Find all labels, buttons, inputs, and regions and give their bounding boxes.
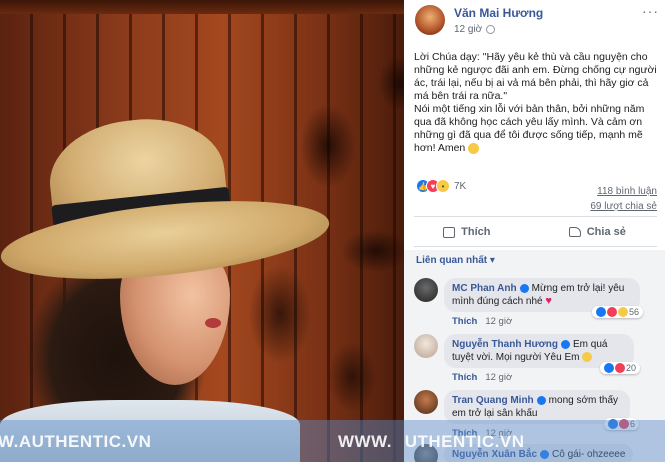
heart-eyes-emoji-icon — [582, 352, 593, 363]
haha-reaction-icon — [618, 307, 628, 317]
commenter-name[interactable]: MC Phan Anh — [452, 283, 517, 294]
post-meta: 12 giờ — [454, 24, 496, 35]
post-photo[interactable]: W.AUTHENTIC.VN WWW. — [0, 0, 404, 462]
comment-reactions[interactable]: 56 — [592, 306, 644, 318]
comment-meta: Thích 12 giờ — [452, 372, 512, 383]
divider — [414, 246, 657, 247]
verified-badge-icon — [519, 283, 529, 293]
post-time[interactable]: 12 giờ — [454, 24, 482, 35]
comment-sort-dropdown[interactable]: Liên quan nhất ▾ — [416, 255, 495, 266]
verified-badge-icon — [536, 395, 546, 405]
share-button[interactable]: Chia sẻ — [568, 226, 626, 238]
globe-icon — [486, 25, 496, 34]
post-panel: Văn Mai Hương 12 giờ ··· Lời Chúa dạy: "… — [404, 0, 665, 462]
thumbs-up-icon — [443, 226, 456, 238]
comment-meta: Thích 12 giờ — [452, 316, 512, 327]
divider — [414, 216, 657, 217]
caption-paragraph-2: Nói một tiếng xin lỗi với bản thân, bởi … — [414, 103, 659, 155]
author-name[interactable]: Văn Mai Hương — [454, 6, 543, 20]
comment-like-link[interactable]: Thích — [452, 372, 477, 383]
comment-reaction-count: 20 — [626, 363, 637, 373]
commenter-name[interactable]: Tran Quang Minh — [452, 395, 534, 406]
watermark-text-right-part: WWW. — [338, 432, 392, 451]
like-reaction-icon — [604, 363, 614, 373]
like-button-label: Thích — [461, 226, 491, 238]
author-avatar[interactable] — [415, 5, 445, 35]
commenter-avatar[interactable] — [414, 334, 438, 358]
caption-paragraph-2-text: Nói một tiếng xin lỗi với bản thân, bởi … — [414, 103, 645, 154]
like-reaction-icon — [596, 307, 606, 317]
comment-reactions[interactable]: 20 — [600, 362, 641, 374]
watermark-text-right: WWW.AUTHENTIC.VN — [404, 432, 525, 451]
reaction-count: 7K — [454, 180, 467, 192]
smile-emoji-icon — [468, 142, 480, 154]
comment-reaction-count: 56 — [629, 307, 640, 317]
commenter-name[interactable]: Nguyễn Thanh Hương — [452, 339, 558, 350]
post-stats: 118 bình luận 69 lượt chia sẻ — [590, 184, 657, 214]
post-actions: Thích Chia sẻ — [404, 221, 665, 243]
comment-time[interactable]: 12 giờ — [485, 372, 512, 383]
sad-reaction-icon: • — [436, 179, 450, 193]
love-reaction-icon — [615, 363, 625, 373]
comments-count-link[interactable]: 118 bình luận — [590, 184, 657, 199]
verified-badge-icon — [561, 339, 571, 349]
watermark-text-left: W.AUTHENTIC.VN — [0, 432, 152, 451]
post-caption: Lời Chúa dạy: "Hãy yêu kẻ thù và cầu ngu… — [414, 51, 659, 155]
comment-time[interactable]: 12 giờ — [485, 316, 512, 327]
share-arrow-icon — [568, 227, 581, 237]
comment-like-link[interactable]: Thích — [452, 316, 477, 327]
heart-emoji-icon: ♥ — [545, 295, 552, 307]
reaction-summary[interactable]: 👍 ♥ • 7K — [416, 179, 466, 193]
love-reaction-icon — [607, 307, 617, 317]
woman-lips — [205, 318, 221, 328]
like-button[interactable]: Thích — [443, 226, 490, 238]
shares-count-link[interactable]: 69 lượt chia sẻ — [590, 199, 657, 214]
commenter-avatar[interactable] — [414, 278, 438, 302]
fence-top-rail — [0, 0, 404, 14]
commenter-avatar[interactable] — [414, 390, 438, 414]
caption-paragraph-1: Lời Chúa dạy: "Hãy yêu kẻ thù và cầu ngu… — [414, 51, 657, 102]
comment-bubble: Tran Quang Minh mong sớm thấy em trở lại … — [444, 390, 630, 424]
more-options-icon[interactable]: ··· — [642, 3, 659, 19]
share-button-label: Chia sẻ — [586, 226, 626, 238]
